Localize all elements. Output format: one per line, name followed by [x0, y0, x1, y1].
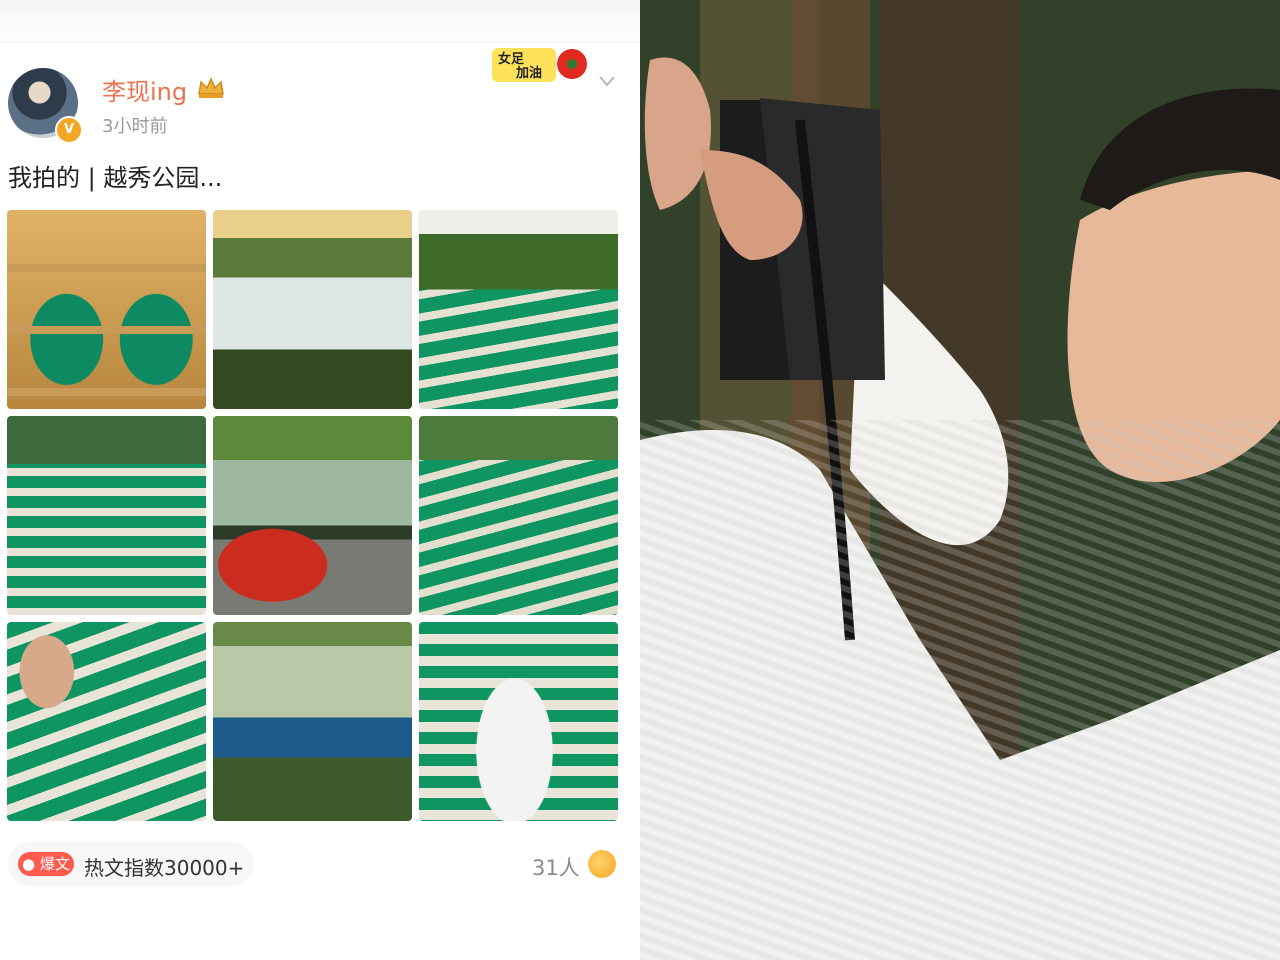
- sticker-text-2: 加油: [515, 65, 542, 81]
- badge-label: 爆文: [39, 855, 70, 873]
- verified-badge: V: [55, 116, 83, 144]
- photo-thumbnail[interactable]: [213, 416, 412, 615]
- top-bar: [0, 0, 640, 43]
- photographer-illustration: [640, 0, 1280, 960]
- photo-grid: [7, 210, 619, 822]
- chevron-down-icon[interactable]: [598, 74, 616, 88]
- photo-thumbnail[interactable]: [419, 416, 618, 615]
- photo-thumbnail[interactable]: [213, 622, 412, 821]
- fire-badge-label: ● 爆文: [18, 852, 74, 876]
- post-text: 我拍的 | 越秀公园...: [8, 164, 223, 192]
- photographer-image: [640, 0, 1280, 960]
- photo-thumbnail[interactable]: [7, 210, 206, 409]
- weibo-post-screenshot: V 李现ing 3小时前 女足 加油 我拍的 | 越秀公园... ● 爆文 热文…: [0, 0, 640, 960]
- username[interactable]: 李现ing: [102, 72, 187, 107]
- hot-post-badge[interactable]: ● 爆文 热文指数30000+: [8, 842, 254, 886]
- photo-thumbnail[interactable]: [213, 210, 412, 409]
- laugh-emoji-icon[interactable]: [588, 850, 616, 878]
- crown-icon: [198, 77, 224, 98]
- post-time: 3小时前: [102, 116, 168, 137]
- fire-icon: ●: [22, 855, 36, 873]
- photo-thumbnail[interactable]: [7, 416, 206, 615]
- sticker-text-1: 女足: [498, 51, 525, 67]
- badge-text: 热文指数30000+: [84, 856, 245, 880]
- sticker-icon: 女足 加油: [492, 48, 587, 82]
- photo-thumbnail[interactable]: [7, 622, 206, 821]
- like-count[interactable]: 31人: [532, 852, 580, 882]
- photo-thumbnail[interactable]: [419, 210, 618, 409]
- photo-thumbnail[interactable]: [419, 622, 618, 821]
